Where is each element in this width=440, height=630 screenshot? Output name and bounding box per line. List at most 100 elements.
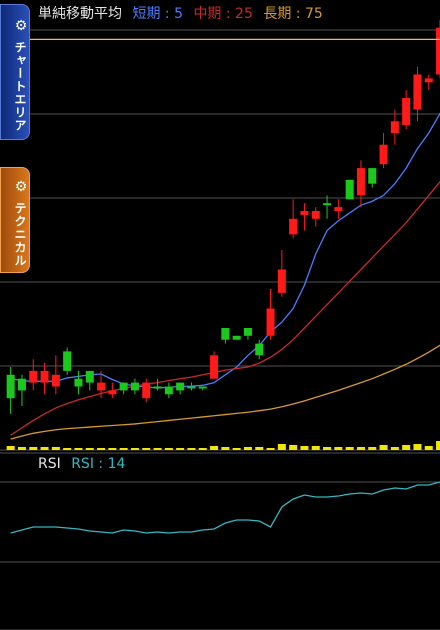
sma-mid-line [10, 180, 440, 436]
volume-bar [266, 448, 275, 450]
volume-bar [436, 441, 440, 450]
volume-bar [334, 447, 343, 450]
candle-body [108, 390, 117, 395]
rsi-legend-period: RSI : 14 [71, 456, 126, 472]
rsi-panel [10, 481, 440, 534]
volume-bar [368, 447, 377, 450]
tab-technical-label: テクニカル [13, 202, 27, 267]
volume-bar [356, 447, 365, 450]
tab-chart-area[interactable]: ⚙ チャートエリア [0, 4, 30, 140]
sma-legend-mid: 中期 : 25 [193, 6, 253, 22]
volume-bar [164, 448, 173, 450]
candle-body [153, 386, 162, 389]
volume-bar [29, 447, 38, 450]
candle-body [232, 335, 241, 340]
candlesticks [6, 19, 440, 414]
candle-body [29, 370, 38, 383]
volume-bar [210, 446, 219, 450]
candle-body [6, 374, 15, 399]
chart-canvas[interactable] [0, 0, 440, 630]
candle-body [311, 211, 320, 219]
candle-body [164, 386, 173, 395]
volume-bar [97, 448, 106, 450]
volume-bar [221, 447, 230, 450]
volume-bar [300, 446, 309, 450]
candle-body [390, 121, 399, 133]
candle-body [210, 355, 219, 379]
candle-body [119, 382, 128, 391]
grid [0, 29, 440, 630]
candle-body [97, 382, 106, 391]
sma-legend-long: 長期 : 75 [263, 6, 323, 22]
volume-bar [6, 446, 15, 450]
candle-body [413, 74, 422, 110]
candle-body [142, 382, 151, 399]
volume-bar [63, 448, 72, 450]
volume-bar [402, 445, 411, 450]
rsi-legend-title: RSI [38, 456, 61, 472]
volume-bar [51, 447, 60, 450]
volume-bar [379, 445, 388, 450]
volume-bar [17, 447, 26, 450]
volume-bar [311, 446, 320, 450]
candle-body [368, 168, 377, 184]
volume-bar [255, 447, 264, 450]
volume-bar [198, 448, 207, 450]
candle-body [187, 386, 196, 389]
candle-body [379, 144, 388, 165]
volume-bar [85, 448, 94, 450]
volume-bar [74, 448, 83, 450]
candle-body [424, 78, 433, 83]
candle-body [74, 378, 83, 387]
candle-body [277, 269, 286, 293]
volume-bar [187, 448, 196, 450]
rsi-legend: RSI RSI : 14 [38, 456, 131, 472]
candle-body [17, 378, 26, 391]
candle-body [221, 328, 230, 340]
candle-body [130, 382, 139, 391]
sma-short-line [10, 112, 440, 389]
candle-body [300, 211, 309, 215]
volume-bar [153, 448, 162, 450]
volume-bar [232, 448, 241, 450]
sma-long-line [10, 344, 440, 440]
candle-body [198, 386, 207, 389]
candle-body [402, 97, 411, 126]
gear-icon: ⚙ [13, 179, 29, 196]
volume-bar [176, 448, 185, 450]
volume-bar [142, 448, 151, 450]
candle-body [51, 374, 60, 387]
volume-bars [6, 441, 440, 450]
tab-technical[interactable]: ⚙ テクニカル [0, 167, 30, 273]
sma-legend: 単純移動平均 短期 : 5 中期 : 25 長期 : 75 [38, 3, 329, 23]
volume-bar [345, 447, 354, 450]
sma-legend-short: 短期 : 5 [132, 6, 183, 22]
rsi-line [10, 481, 440, 534]
candle-body [85, 370, 94, 383]
candle-body [63, 351, 72, 371]
candle-body [334, 207, 343, 211]
candle-body [345, 179, 354, 200]
candle-body [266, 308, 275, 336]
gear-icon: ⚙ [13, 18, 29, 35]
volume-bar [390, 447, 399, 450]
candle-body [40, 370, 49, 383]
volume-bar [413, 444, 422, 450]
volume-bar [130, 448, 139, 450]
candle-body [356, 168, 365, 196]
candle-body [243, 328, 252, 336]
volume-bar [243, 447, 252, 450]
candle-body [289, 218, 298, 235]
sma-legend-title: 単純移動平均 [38, 6, 122, 22]
volume-bar [40, 447, 49, 450]
volume-bar [108, 448, 117, 450]
tab-chart-area-label: チャートエリア [13, 41, 27, 132]
volume-bar [424, 446, 433, 450]
candle-body [436, 27, 440, 75]
volume-bar [119, 448, 128, 450]
moving-averages [10, 112, 440, 440]
volume-bar [323, 447, 332, 450]
candle-body [323, 203, 332, 206]
volume-bar [277, 444, 286, 450]
candle-body [255, 343, 264, 356]
